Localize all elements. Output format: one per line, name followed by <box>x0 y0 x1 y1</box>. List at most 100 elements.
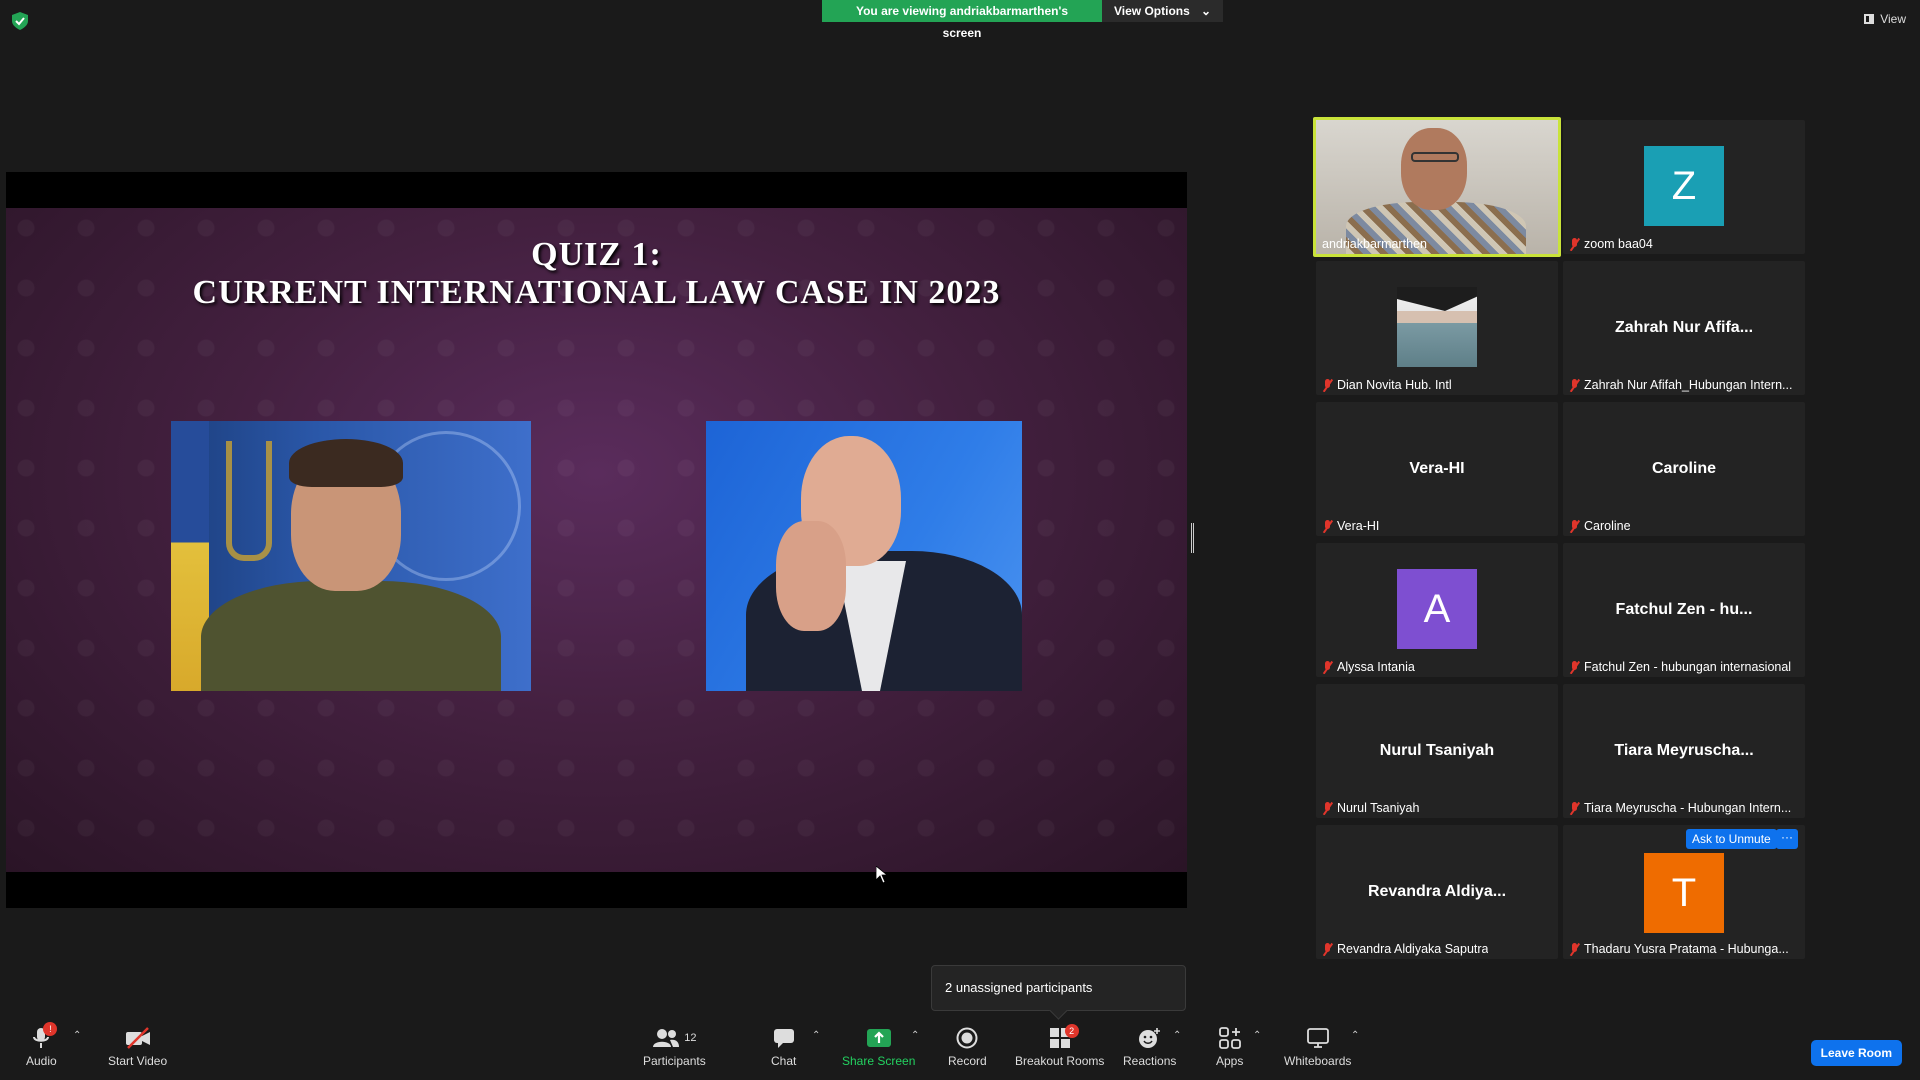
slide-title-line2: CURRENT INTERNATIONAL LAW CASE IN 2023 <box>192 274 1001 311</box>
security-shield-icon[interactable] <box>12 12 28 30</box>
audio-button[interactable]: ! Audio <box>26 1022 58 1068</box>
participant-tile[interactable]: Caroline Caroline <box>1563 402 1805 536</box>
participant-tile[interactable]: Vera-HI Vera-HI <box>1316 402 1558 536</box>
participant-display-name: Zahrah Nur Afifa... <box>1614 319 1754 336</box>
participant-avatar: Z <box>1644 146 1724 226</box>
chevron-down-icon: ⌄ <box>1200 4 1211 18</box>
microphone-muted-icon <box>1322 519 1333 533</box>
mouse-cursor-icon <box>876 866 888 884</box>
share-screen-icon <box>866 1024 892 1052</box>
microphone-muted-icon <box>1569 942 1580 956</box>
slide-title-line1: QUIZ 1: <box>531 236 662 273</box>
participant-display-name: Tiara Meyruscha... <box>1614 742 1754 759</box>
breakout-rooms-icon: 2 <box>1049 1024 1079 1052</box>
participant-video <box>1316 120 1558 254</box>
view-button[interactable]: View <box>1864 12 1906 26</box>
microphone-muted-icon <box>1569 519 1580 533</box>
video-off-icon <box>125 1024 151 1052</box>
participant-name-label: Nurul Tsaniyah <box>1322 801 1419 815</box>
participants-icon: 12 <box>652 1024 696 1052</box>
view-options-label: View Options <box>1114 4 1190 18</box>
microphone-muted-icon <box>1569 801 1580 815</box>
participant-tile[interactable]: Revandra Aldiya... Revandra Aldiyaka Sap… <box>1316 825 1558 959</box>
participant-tile[interactable]: Nurul Tsaniyah Nurul Tsaniyah <box>1316 684 1558 818</box>
breakout-rooms-label: Breakout Rooms <box>1015 1054 1105 1068</box>
record-button[interactable]: Record <box>948 1024 987 1068</box>
chat-bubble-icon <box>773 1024 795 1052</box>
whiteboards-options-caret-icon[interactable]: ⌃ <box>1351 1030 1359 1041</box>
microphone-muted-icon <box>1322 378 1333 392</box>
meeting-toolbar: ! Audio ⌃ Start Video 12 Participants Ch… <box>0 1020 1920 1080</box>
participant-display-name: Vera-HI <box>1409 460 1465 477</box>
participant-tile[interactable]: Zahrah Nur Afifa... Zahrah Nur Afifah_Hu… <box>1563 261 1805 395</box>
apps-button[interactable]: Apps <box>1216 1024 1243 1068</box>
reactions-smiley-icon <box>1138 1024 1162 1052</box>
participant-tile[interactable]: Z zoom baa04 <box>1563 120 1805 254</box>
whiteboards-label: Whiteboards <box>1284 1054 1352 1068</box>
start-video-label: Start Video <box>108 1054 168 1068</box>
participant-name-label: zoom baa04 <box>1569 237 1653 251</box>
ask-to-unmute-button[interactable]: Ask to Unmute <box>1686 829 1777 849</box>
share-banner-message: You are viewing andriakbarmarthen's scre… <box>822 0 1102 40</box>
participants-label: Participants <box>643 1054 706 1068</box>
microphone-muted-icon <box>1569 660 1580 674</box>
reactions-label: Reactions <box>1123 1054 1177 1068</box>
participant-avatar: T <box>1644 853 1724 933</box>
reactions-options-caret-icon[interactable]: ⌃ <box>1173 1030 1181 1041</box>
microphone-muted-icon <box>1322 942 1333 956</box>
participant-tile[interactable]: Tiara Meyruscha... Tiara Meyruscha - Hub… <box>1563 684 1805 818</box>
apps-icon <box>1218 1024 1241 1052</box>
participants-count: 12 <box>684 1032 697 1044</box>
participant-tile[interactable]: Dian Novita Hub. Intl <box>1316 261 1558 395</box>
start-video-button[interactable]: Start Video <box>108 1024 167 1068</box>
participant-display-name: Fatchul Zen - hu... <box>1615 601 1753 618</box>
resize-handle[interactable] <box>1191 523 1194 553</box>
participant-name-label: Fatchul Zen - hubungan internasional <box>1569 660 1791 674</box>
reactions-button[interactable]: Reactions <box>1123 1024 1176 1068</box>
more-options-button[interactable]: ··· <box>1776 829 1798 849</box>
participant-tile[interactable]: Fatchul Zen - hu... Fatchul Zen - hubung… <box>1563 543 1805 677</box>
record-label: Record <box>948 1054 987 1068</box>
participant-name-label: Caroline <box>1569 519 1631 533</box>
unassigned-participants-tooltip: 2 unassigned participants <box>931 965 1186 1011</box>
slide-photo-left <box>171 421 531 691</box>
audio-label: Audio <box>26 1054 57 1068</box>
view-options-button[interactable]: View Options ⌄ <box>1102 0 1223 22</box>
whiteboards-button[interactable]: Whiteboards <box>1284 1024 1351 1068</box>
screen-share-banner: You are viewing andriakbarmarthen's scre… <box>822 0 1223 40</box>
participant-tile[interactable]: A Alyssa Intania <box>1316 543 1558 677</box>
participant-tile[interactable]: andriakbarmarthen <box>1313 117 1561 257</box>
tooltip-text: 2 unassigned participants <box>945 980 1093 995</box>
participant-name-label: Zahrah Nur Afifah_Hubungan Intern... <box>1569 378 1792 392</box>
leave-room-button[interactable]: Leave Room <box>1810 1040 1902 1066</box>
apps-options-caret-icon[interactable]: ⌃ <box>1253 1030 1261 1041</box>
participant-display-name: Revandra Aldiya... <box>1367 883 1507 900</box>
participant-name-label: Alyssa Intania <box>1322 660 1415 674</box>
participant-name-label: Thadaru Yusra Pratama - Hubunga... <box>1569 942 1789 956</box>
slide-photo-right <box>706 421 1022 691</box>
chat-button[interactable]: Chat <box>771 1024 796 1068</box>
breakout-rooms-button[interactable]: 2 Breakout Rooms <box>1015 1024 1104 1068</box>
chat-label: Chat <box>771 1054 797 1068</box>
shared-screen[interactable]: QUIZ 1: CURRENT INTERNATIONAL LAW CASE I… <box>6 172 1187 908</box>
share-screen-label: Share Screen <box>842 1054 916 1068</box>
microphone-icon: ! <box>31 1022 58 1052</box>
participant-display-name: Caroline <box>1651 460 1716 477</box>
participants-button[interactable]: 12 Participants <box>643 1024 706 1068</box>
participant-profile-picture <box>1397 287 1477 367</box>
zoom-meeting-window: You are viewing andriakbarmarthen's scre… <box>0 0 1920 1080</box>
microphone-muted-icon <box>1322 801 1333 815</box>
microphone-muted-icon <box>1569 378 1580 392</box>
presentation-slide: QUIZ 1: CURRENT INTERNATIONAL LAW CASE I… <box>6 208 1187 872</box>
participant-name-label: Revandra Aldiyaka Saputra <box>1322 942 1488 956</box>
share-screen-button[interactable]: Share Screen <box>842 1024 915 1068</box>
share-options-caret-icon[interactable]: ⌃ <box>911 1030 919 1041</box>
participant-display-name: Nurul Tsaniyah <box>1379 742 1495 759</box>
audio-options-caret-icon[interactable]: ⌃ <box>73 1030 81 1041</box>
participant-avatar: A <box>1397 569 1477 649</box>
participant-name-label: Vera-HI <box>1322 519 1379 533</box>
microphone-muted-icon <box>1322 660 1333 674</box>
chat-options-caret-icon[interactable]: ⌃ <box>812 1030 820 1041</box>
audio-warning-badge: ! <box>43 1022 58 1036</box>
layout-grid-icon <box>1864 14 1875 24</box>
